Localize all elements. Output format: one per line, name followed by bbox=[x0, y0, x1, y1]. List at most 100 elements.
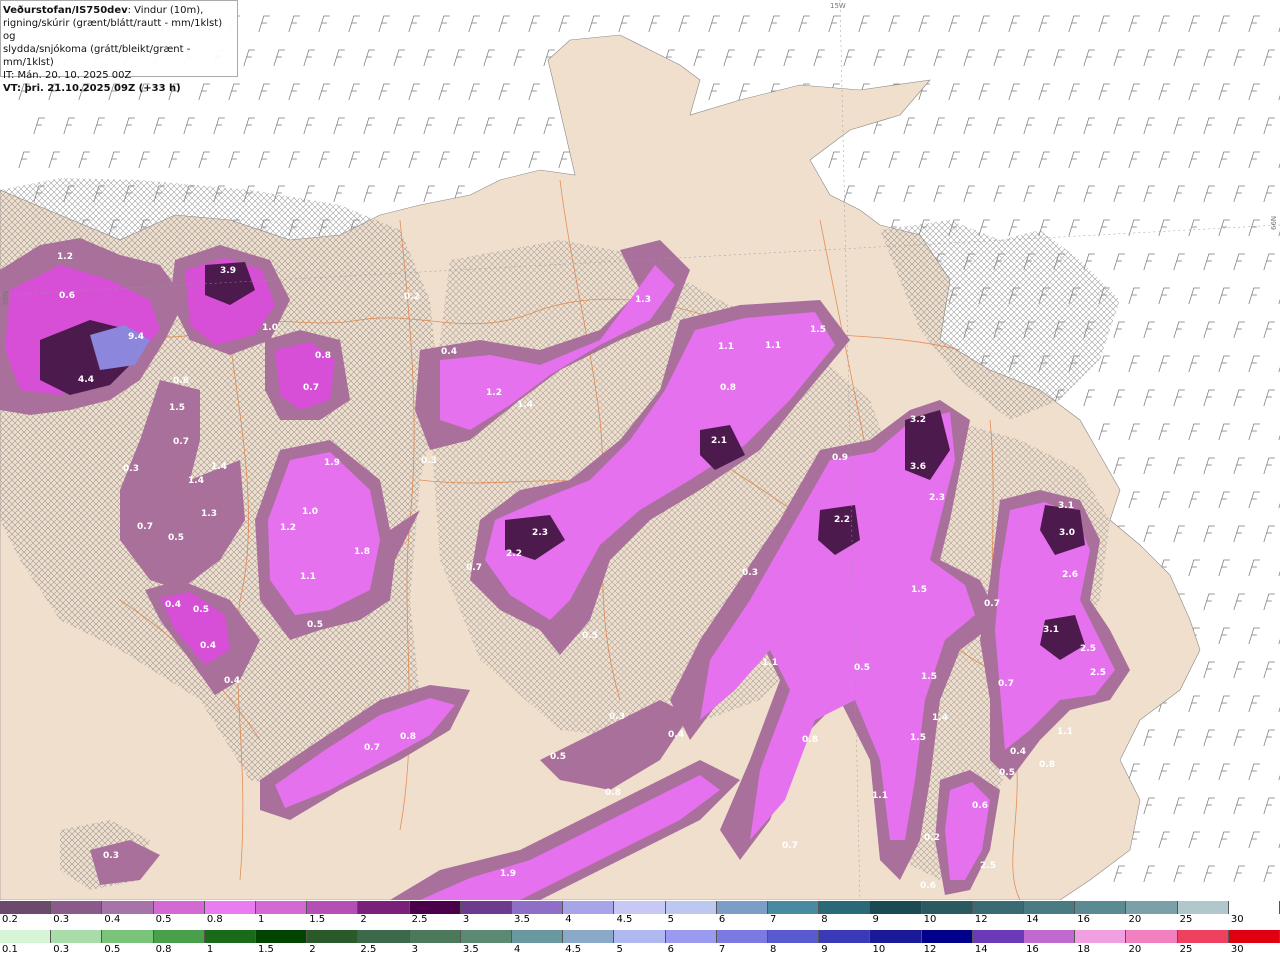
legend-swatch bbox=[1126, 901, 1178, 914]
legend-label: 30 bbox=[1230, 944, 1244, 955]
legend-label: 1.5 bbox=[309, 914, 326, 925]
legend-swatch bbox=[1177, 930, 1229, 943]
legend-label: 25 bbox=[1179, 944, 1193, 955]
legend-label: 20 bbox=[1128, 944, 1142, 955]
legend-label: 3.5 bbox=[462, 944, 479, 955]
legend-label: 5 bbox=[667, 914, 675, 925]
precip-value-label: 2.5 bbox=[980, 861, 996, 871]
precip-value-label: 0.9 bbox=[832, 453, 848, 463]
legend-label: 3 bbox=[462, 914, 470, 925]
precip-value-label: 1.5 bbox=[810, 325, 826, 335]
legend-label: 14 bbox=[974, 944, 988, 955]
precip-value-label: 1.4 bbox=[517, 400, 533, 410]
legend-swatch bbox=[51, 901, 103, 914]
precip-value-label: 2.3 bbox=[929, 493, 945, 503]
legend-swatch bbox=[1024, 901, 1076, 914]
legend-label: 8 bbox=[821, 914, 828, 925]
precip-value-label: 0.3 bbox=[609, 712, 625, 722]
legend-swatch bbox=[1075, 930, 1127, 943]
legend-label: 16 bbox=[1026, 944, 1039, 955]
legend-swatch bbox=[870, 901, 922, 914]
legend-swatch bbox=[870, 930, 922, 943]
precip-value-label: 1.5 bbox=[921, 672, 937, 682]
legend-label: 0.5 bbox=[155, 914, 172, 925]
legend-swatch bbox=[665, 930, 717, 943]
legend-swatch bbox=[1228, 901, 1280, 914]
legend-swatch bbox=[512, 930, 564, 943]
legend-swatch bbox=[768, 930, 820, 943]
coord-label-66n-right: 66N bbox=[1270, 216, 1278, 230]
precip-value-label: 0.5 bbox=[999, 768, 1015, 778]
legend-swatch bbox=[716, 930, 769, 943]
legend-rain-labels: 0.1 0.3 0.5 0.8 1 1.5 2 2.5 3 3.5 4 4.5 5 6 7 8 9 10 12 14 1… bbox=[0, 944, 1280, 956]
precip-value-label: 2.2 bbox=[506, 549, 522, 559]
legend-swatch bbox=[819, 930, 871, 943]
precip-value-label: 0.3 bbox=[742, 568, 758, 578]
legend-label: 3 bbox=[411, 944, 418, 955]
precip-value-label: 4.4 bbox=[78, 375, 94, 385]
legend-swatch bbox=[921, 930, 973, 943]
legend-label: 4 bbox=[514, 944, 521, 955]
precip-value-label: 3.1 bbox=[1058, 501, 1074, 511]
precip-value-label: 1.0 bbox=[262, 323, 278, 333]
precip-value-label: 0.4 bbox=[1010, 747, 1026, 757]
legend-swatch bbox=[358, 901, 410, 914]
weather-map[interactable]: 15W 66N 66N 1.2 3.9 0.6 9.4 4.4 1.0 0.8 0.7 0.8 1… bbox=[0, 0, 1280, 900]
legend-swatch bbox=[460, 930, 513, 943]
legend-swatch bbox=[1024, 930, 1076, 943]
legend-label: 0.3 bbox=[53, 914, 70, 925]
legend-swatch bbox=[563, 901, 615, 914]
precip-value-label: 0.8 bbox=[400, 732, 416, 742]
precip-value-label: 0.5 bbox=[193, 605, 209, 615]
legend-label: 6 bbox=[667, 944, 675, 955]
precip-value-label: 2.3 bbox=[532, 528, 548, 538]
legend-label: 10 bbox=[923, 914, 937, 925]
legend-swatch bbox=[0, 930, 52, 943]
legend-label: 7 bbox=[770, 914, 777, 925]
source-name: Veðurstofan/IS750dev bbox=[3, 5, 128, 16]
precip-value-label: 0.4 bbox=[224, 676, 240, 686]
legend-label: 4 bbox=[565, 914, 572, 925]
precip-value-label: 0.8 bbox=[720, 383, 736, 393]
precip-value-label: 0.3 bbox=[103, 851, 119, 861]
legend-label: 30 bbox=[1230, 914, 1244, 925]
legend-label: 0.8 bbox=[206, 914, 223, 925]
legend-swatch bbox=[409, 901, 461, 914]
precip-value-label: 0.7 bbox=[364, 743, 380, 753]
precip-value-label: 0.6 bbox=[920, 881, 936, 891]
legend-label: 20 bbox=[1128, 914, 1142, 925]
legend-swatch bbox=[1177, 901, 1229, 914]
precip-value-label: 0.7 bbox=[782, 841, 798, 851]
legend-label: 0.4 bbox=[104, 914, 121, 925]
precip-value-label: 0.5 bbox=[582, 631, 598, 641]
legend-swatch bbox=[665, 901, 717, 914]
legend-swatch bbox=[512, 901, 564, 914]
precip-value-label: 0.5 bbox=[168, 533, 184, 543]
legend-label: 5 bbox=[616, 944, 623, 955]
legend-swatch bbox=[256, 901, 308, 914]
legend-swatch bbox=[563, 930, 615, 943]
legend-swatch bbox=[307, 930, 359, 943]
precip-value-label: 2.1 bbox=[711, 436, 727, 446]
legend-label: 12 bbox=[923, 944, 937, 955]
precip-value-label: 1.1 bbox=[765, 341, 781, 351]
precip-value-label: 1.8 bbox=[354, 547, 370, 557]
precip-value-label: 0.4 bbox=[668, 730, 684, 740]
legend-swatch bbox=[716, 901, 769, 914]
precip-value-label: 1.4 bbox=[932, 713, 948, 723]
legend-swatch bbox=[153, 930, 205, 943]
precip-value-label: 1.9 bbox=[500, 869, 516, 879]
precip-value-label: 3.6 bbox=[910, 462, 926, 472]
title-desc: : Vindur (10m), bbox=[127, 5, 204, 16]
legend-swatch bbox=[1126, 930, 1178, 943]
legend-label: 8 bbox=[770, 944, 777, 955]
legend-swatch bbox=[102, 901, 154, 914]
precip-value-label: 0.7 bbox=[984, 599, 1000, 609]
legend-label: 4.5 bbox=[565, 944, 582, 955]
precip-value-label: 1.1 bbox=[718, 342, 734, 352]
precip-value-label: 0.7 bbox=[173, 437, 189, 447]
precip-value-label: 0.7 bbox=[137, 522, 153, 532]
legend-label: 4.5 bbox=[616, 914, 633, 925]
precip-value-label: 1.5 bbox=[910, 733, 926, 743]
precip-value-label: 1.5 bbox=[169, 403, 185, 413]
